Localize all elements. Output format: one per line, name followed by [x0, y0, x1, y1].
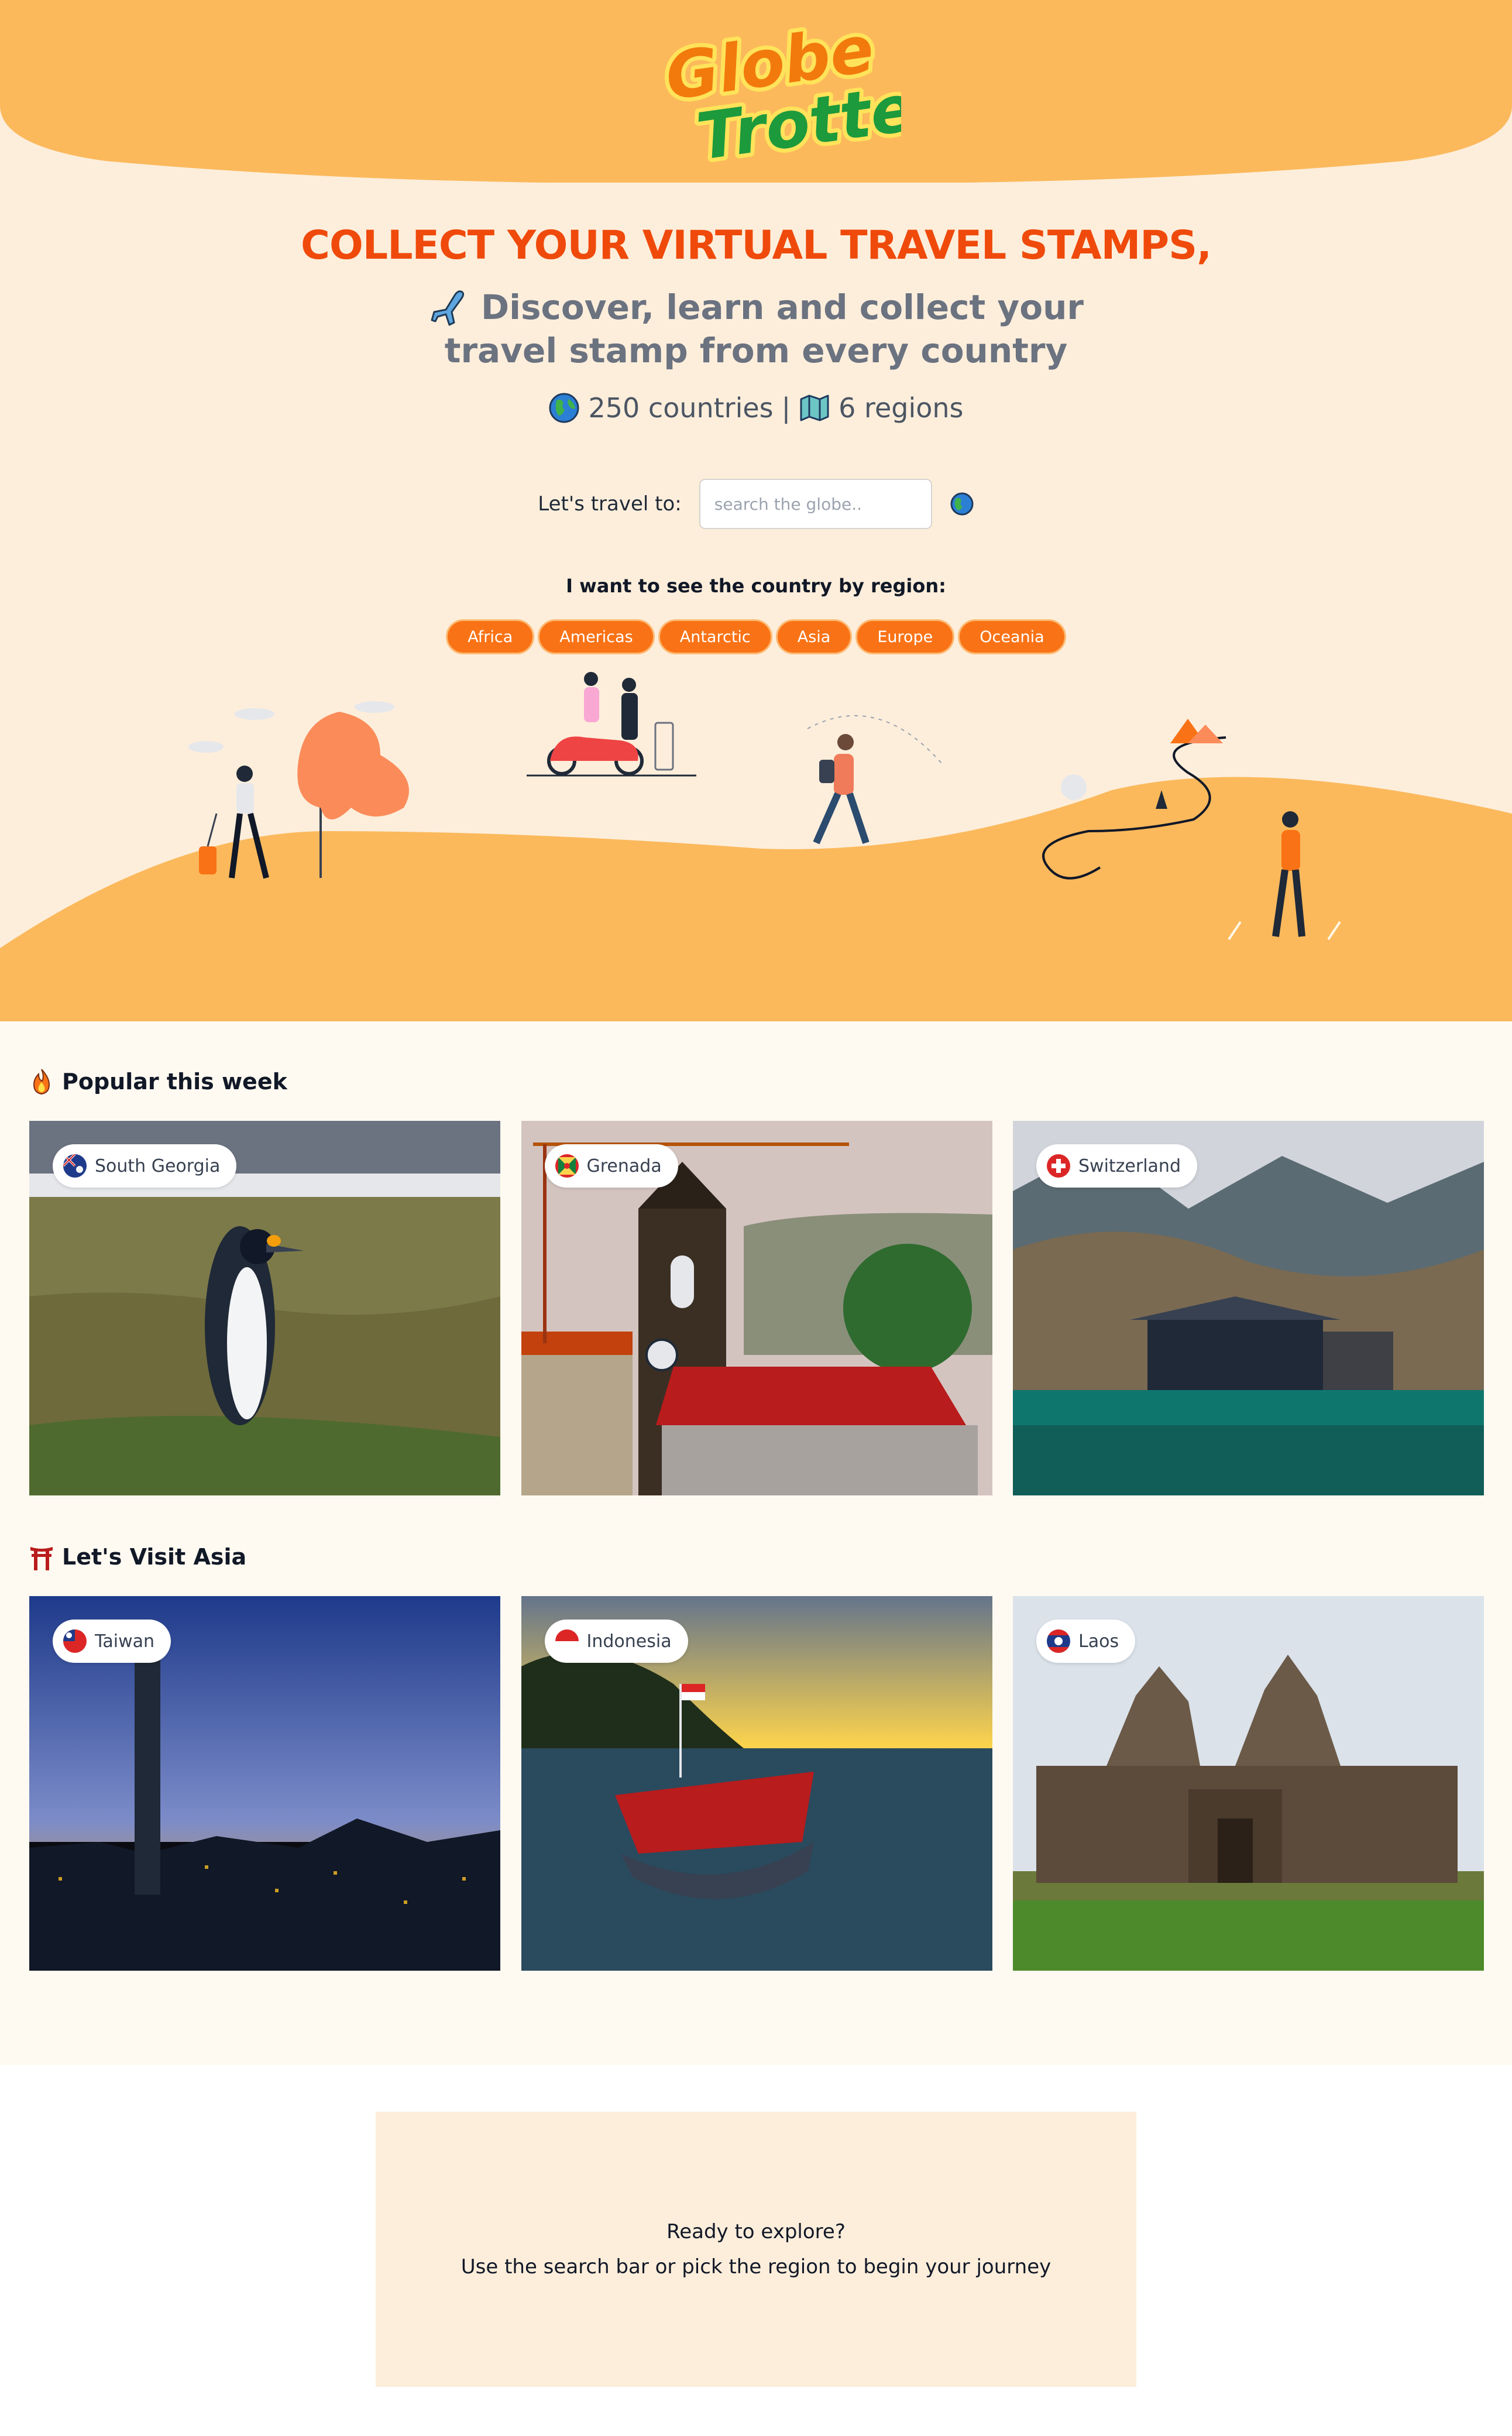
- footer-section: Ready to explore? Use the search bar or …: [0, 2065, 1512, 2436]
- laos-flag: [1047, 1629, 1070, 1653]
- hero-subline: Discover, learn and collect your travel …: [0, 286, 1512, 372]
- search-row: Let's travel to:: [0, 479, 1512, 529]
- region-americas-button[interactable]: Americas: [538, 619, 655, 654]
- globe-icon: [549, 393, 579, 423]
- indonesia-flag: [555, 1629, 579, 1653]
- globe-search-icon[interactable]: [950, 492, 974, 516]
- popular-title-text: Popular this week: [62, 1069, 287, 1095]
- region-europe-button[interactable]: Europe: [855, 619, 955, 654]
- south-georgia-flag: [63, 1154, 87, 1178]
- fire-icon: [33, 1069, 50, 1095]
- grenada-flag: [555, 1154, 579, 1178]
- cta-subtitle: Use the search bar or pick the region to…: [461, 2255, 1051, 2279]
- country-card-grenada[interactable]: Grenada: [521, 1121, 992, 1495]
- country-chip: Indonesia: [544, 1620, 688, 1663]
- hero-subline-1: Discover, learn and collect your: [481, 287, 1084, 327]
- country-name: Laos: [1078, 1631, 1119, 1652]
- asia-grid: Taiwan Indonesia Laos: [29, 1596, 1484, 1971]
- country-name: Grenada: [586, 1155, 662, 1176]
- asia-section-title: Let's Visit Asia: [29, 1543, 246, 1570]
- hero-subline-2: travel stamp from every country: [444, 331, 1068, 370]
- hero-section: Globe Globe Trotter Trotter COLLECT YOUR…: [0, 0, 1512, 1021]
- explore-cta-box: Ready to explore? Use the search bar or …: [376, 2112, 1136, 2387]
- region-africa-button[interactable]: Africa: [446, 619, 535, 654]
- country-card-laos[interactable]: Laos: [1013, 1596, 1484, 1971]
- country-name: South Georgia: [95, 1155, 221, 1176]
- page-headline: COLLECT YOUR VIRTUAL TRAVEL STAMPS,: [301, 222, 1212, 269]
- cta-title: Ready to explore?: [666, 2220, 846, 2243]
- popular-section-title: Popular this week: [29, 1068, 287, 1095]
- country-card-indonesia[interactable]: Indonesia: [521, 1596, 992, 1971]
- country-card-taiwan[interactable]: Taiwan: [29, 1596, 500, 1971]
- region-title: I want to see the country by region:: [566, 575, 946, 597]
- country-chip: Laos: [1036, 1620, 1136, 1663]
- country-name: Switzerland: [1078, 1155, 1181, 1176]
- taiwan-flag: [63, 1629, 87, 1653]
- airplane-icon: [431, 290, 465, 326]
- map-icon: [800, 394, 829, 421]
- region-antarctic-button[interactable]: Antarctic: [658, 619, 772, 654]
- search-input[interactable]: [699, 479, 932, 529]
- popular-grid: South Georgia Grenada Switzerland: [29, 1121, 1484, 1495]
- country-chip: South Georgia: [53, 1144, 237, 1188]
- search-label: Let's travel to:: [538, 492, 682, 516]
- region-asia-button[interactable]: Asia: [775, 619, 853, 654]
- country-card-south-georgia[interactable]: South Georgia: [29, 1121, 500, 1495]
- region-oceania-button[interactable]: Oceania: [958, 619, 1066, 654]
- stats-separator: |: [781, 392, 791, 424]
- globetrotter-logo[interactable]: Globe Globe Trotter Trotter: [655, 7, 958, 179]
- hero-stats: 250 countries | 6 regions: [0, 392, 1512, 424]
- switzerland-flag: [1047, 1154, 1070, 1178]
- country-card-switzerland[interactable]: Switzerland: [1013, 1121, 1484, 1495]
- asia-title-text: Let's Visit Asia: [62, 1544, 247, 1570]
- region-filter: Africa Americas Antarctic Asia Europe Oc…: [0, 619, 1512, 654]
- country-chip: Grenada: [544, 1144, 678, 1188]
- torii-gate-icon: [30, 1547, 53, 1570]
- travelers-illustration: [0, 672, 1512, 1021]
- regions-count: 6 regions: [839, 392, 964, 424]
- country-chip: Switzerland: [1036, 1144, 1197, 1188]
- country-name: Taiwan: [95, 1631, 155, 1652]
- country-name: Indonesia: [586, 1631, 672, 1652]
- country-chip: Taiwan: [53, 1620, 171, 1663]
- countries-count: 250 countries: [588, 392, 774, 424]
